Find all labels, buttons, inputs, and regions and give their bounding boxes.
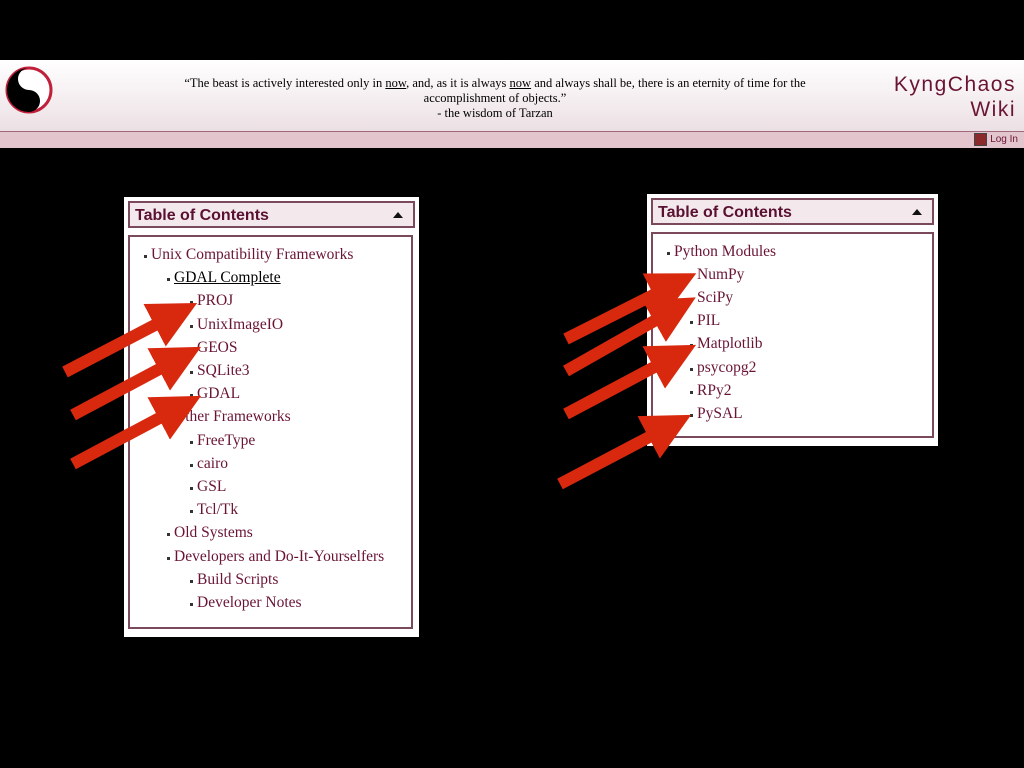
toc-body: Unix Compatibility Frameworks GDAL Comple…: [128, 235, 413, 629]
toc-item[interactable]: PySAL: [690, 404, 743, 424]
toc-item[interactable]: GEOS: [189, 338, 237, 358]
toc-title: Table of Contents: [135, 207, 269, 224]
toc-item[interactable]: PIL: [689, 311, 720, 331]
collapse-triangle-icon[interactable]: [912, 209, 922, 215]
site-title[interactable]: KyngChaos Wiki: [894, 72, 1016, 122]
toc-item[interactable]: GSL: [189, 477, 226, 497]
site-title-line1[interactable]: KyngChaos: [894, 72, 1016, 97]
toc-header[interactable]: Table of Contents: [651, 198, 934, 225]
quote-text: “The beast is actively interested only i…: [184, 76, 386, 90]
toc-panel-right: Table of Contents Python Modules NumPy Sci…: [647, 194, 938, 446]
toc-item[interactable]: Unix Compatibility Frameworks: [143, 245, 353, 265]
toc-item[interactable]: psycopg2: [689, 358, 756, 378]
yin-yang-icon[interactable]: [5, 66, 53, 114]
login-label[interactable]: Log In: [990, 134, 1018, 145]
toc-title: Table of Contents: [658, 204, 792, 221]
lock-icon: [974, 133, 988, 146]
toc-item[interactable]: SQLite3: [190, 361, 250, 381]
toc-item[interactable]: GDAL Complete: [167, 268, 281, 288]
toc-item[interactable]: Old Systems: [167, 523, 253, 543]
toc-item[interactable]: Python Modules: [666, 242, 776, 262]
site-title-line2[interactable]: Wiki: [894, 97, 1016, 122]
toc-item[interactable]: Developers and Do-It-Yourselfers: [166, 547, 384, 567]
toc-header[interactable]: Table of Contents: [128, 201, 415, 228]
collapse-triangle-icon[interactable]: [393, 212, 403, 218]
quote-text: , and, as it is always: [406, 76, 510, 90]
toc-item[interactable]: Developer Notes: [190, 593, 302, 613]
toc-panel-left: Table of Contents Unix Compatibility Fra…: [124, 197, 419, 637]
login-bar: Log In: [0, 131, 1024, 148]
login-link[interactable]: Log In: [974, 133, 1018, 146]
toc-body: Python Modules NumPy SciPy PIL Matplotlib psy…: [651, 232, 934, 438]
toc-item[interactable]: SciPy: [689, 288, 733, 308]
toc-item[interactable]: Other Frameworks: [167, 407, 291, 427]
quote-link-now[interactable]: now: [385, 76, 406, 90]
toc-item[interactable]: NumPy: [689, 265, 744, 285]
toc-item[interactable]: Build Scripts: [189, 570, 278, 590]
toc-item[interactable]: RPy2: [689, 381, 731, 401]
toc-item[interactable]: GDAL: [189, 384, 240, 404]
toc-item[interactable]: PROJ: [189, 291, 233, 311]
site-header: “The beast is actively interested only i…: [0, 60, 1024, 133]
toc-item[interactable]: FreeType: [189, 431, 255, 451]
quote-link-now[interactable]: now: [510, 76, 532, 90]
toc-item[interactable]: UnixImageIO: [189, 315, 283, 335]
quote-attribution: - the wisdom of Tarzan: [437, 106, 553, 120]
header-quote: “The beast is actively interested only i…: [150, 76, 840, 121]
toc-item[interactable]: Matplotlib: [689, 334, 762, 354]
toc-item[interactable]: cairo: [190, 454, 228, 474]
toc-item[interactable]: Tcl/Tk: [189, 500, 238, 520]
